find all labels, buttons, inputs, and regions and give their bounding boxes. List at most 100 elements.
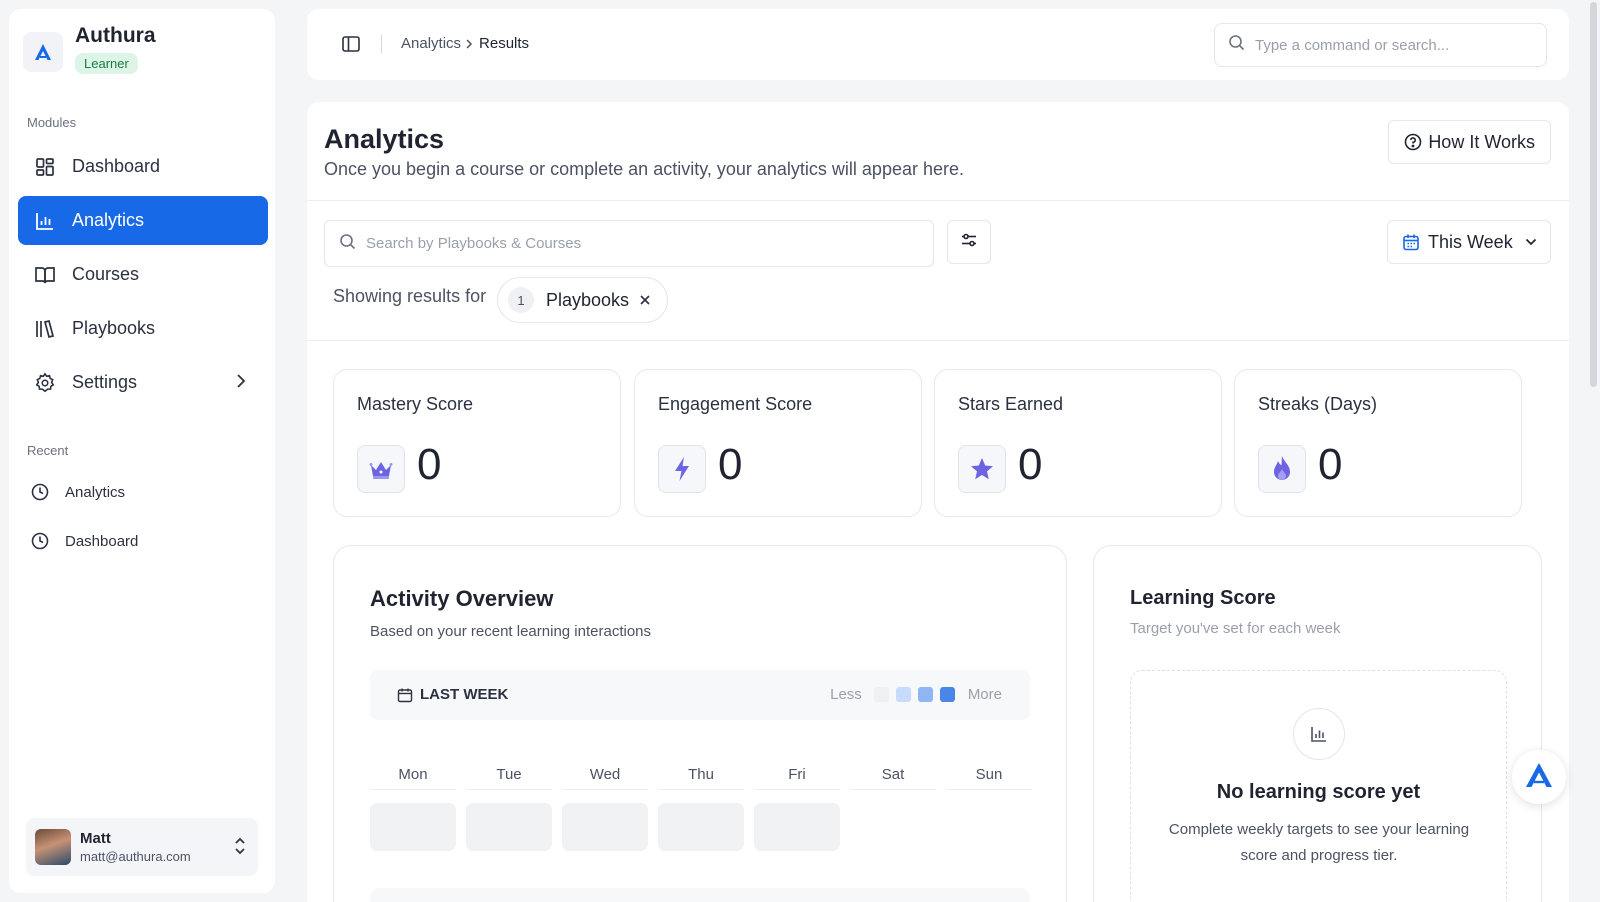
activity-overview-card: Activity Overview Based on your recent l… — [333, 545, 1067, 902]
breadcrumb-results: Results — [479, 35, 530, 52]
sidebar-item-dashboard[interactable]: Dashboard — [18, 142, 268, 191]
search-icon — [1228, 34, 1245, 56]
legend-swatch — [873, 687, 889, 702]
sidebar-item-label: Analytics — [72, 210, 145, 230]
chevron-down-icon — [1525, 238, 1537, 246]
authura-logo-icon[interactable] — [23, 32, 63, 72]
how-it-works-button[interactable]: How It Works — [1388, 120, 1551, 164]
gear-icon — [34, 371, 56, 394]
learning-score-empty-state: No learning score yet Complete weekly ta… — [1130, 670, 1507, 902]
book-open-icon — [34, 264, 56, 286]
recent-item-analytics[interactable]: Analytics — [18, 472, 268, 512]
assistant-button[interactable] — [1512, 750, 1566, 804]
bar-chart-icon — [34, 210, 56, 232]
breadcrumb-analytics[interactable]: Analytics — [401, 35, 461, 52]
recent-item-dashboard[interactable]: Dashboard — [18, 521, 268, 561]
sidebar-item-label: Courses — [72, 264, 140, 284]
range-label: LAST WEEK — [397, 686, 508, 703]
star-icon — [958, 445, 1006, 493]
stat-value: 0 — [1318, 440, 1343, 489]
help-circle-icon — [1404, 133, 1422, 151]
day-label: Sun — [975, 766, 1003, 783]
learning-score-title: Learning Score — [1130, 587, 1276, 609]
flame-icon — [1258, 445, 1306, 493]
sidebar-item-analytics[interactable]: Analytics — [18, 196, 268, 245]
empty-state-text: Complete weekly targets to see your lear… — [1168, 821, 1470, 864]
lightning-icon — [658, 445, 706, 493]
activity-footer-bar — [370, 888, 1030, 902]
sidebar-item-settings[interactable]: Settings — [18, 358, 268, 407]
heatmap-legend: Less More — [830, 686, 1002, 703]
command-search-input[interactable] — [1255, 36, 1515, 54]
showing-results-label: Showing results for — [333, 286, 487, 306]
crown-icon — [357, 445, 405, 493]
sidebar-item-label: Dashboard — [72, 156, 161, 176]
playbook-search[interactable] — [324, 220, 934, 267]
stat-label: Mastery Score — [357, 394, 474, 414]
authura-logo-icon — [1524, 761, 1554, 794]
divider — [381, 35, 382, 53]
chevron-up-down-icon — [234, 837, 246, 860]
divider — [946, 789, 1032, 790]
brand-name: Authura — [75, 24, 156, 47]
divider — [562, 789, 648, 790]
divider — [754, 789, 840, 790]
user-name: Matt — [80, 830, 111, 847]
page-scrollbar[interactable] — [1590, 2, 1597, 387]
period-dropdown[interactable]: This Week — [1387, 220, 1551, 264]
role-badge: Learner — [75, 53, 138, 74]
divider — [850, 789, 936, 790]
day-label: Mon — [398, 766, 428, 783]
filter-chip-playbooks[interactable]: 1 Playbooks — [497, 277, 669, 323]
modules-label: Modules — [27, 115, 77, 130]
search-icon — [339, 233, 356, 255]
library-icon — [34, 318, 56, 340]
stat-label: Stars Earned — [958, 394, 1064, 414]
filter-chip-count: 1 — [508, 287, 534, 313]
legend-swatch — [917, 687, 933, 702]
sidebar-item-playbooks[interactable]: Playbooks — [18, 304, 268, 353]
divider — [307, 200, 1569, 201]
filter-button[interactable] — [947, 220, 991, 264]
activity-cell — [466, 803, 552, 851]
breadcrumb: Analytics Results — [401, 35, 529, 52]
stat-card-engagement: Engagement Score 0 — [634, 369, 922, 517]
bar-chart-icon — [1293, 708, 1345, 760]
avatar — [35, 829, 71, 865]
recent-label: Recent — [27, 443, 69, 458]
dashboard-icon — [34, 156, 56, 178]
chevron-right-icon — [234, 373, 248, 394]
stat-value: 0 — [1018, 440, 1043, 489]
playbook-search-input[interactable] — [366, 235, 866, 252]
sidebar-item-courses[interactable]: Courses — [18, 250, 268, 299]
activity-range-bar: LAST WEEK Less More — [370, 670, 1030, 720]
clock-icon — [31, 531, 51, 551]
command-search[interactable] — [1214, 23, 1547, 67]
day-label: Tue — [496, 766, 522, 783]
activity-cell — [658, 803, 744, 851]
stat-card-stars: Stars Earned 0 — [934, 369, 1222, 517]
divider — [658, 789, 744, 790]
day-label: Fri — [788, 766, 806, 783]
stat-value: 0 — [417, 440, 442, 489]
sidebar-toggle-icon[interactable] — [341, 34, 361, 59]
range-label-text: LAST WEEK — [420, 686, 509, 703]
legend-swatch — [895, 687, 911, 702]
calendar-icon — [1402, 233, 1420, 251]
activity-cell — [754, 803, 840, 851]
recent-item-label: Analytics — [65, 483, 126, 501]
stat-value: 0 — [718, 440, 743, 489]
recent-item-label: Dashboard — [65, 532, 139, 550]
activity-subtitle: Based on your recent learning interactio… — [370, 623, 652, 640]
close-icon[interactable] — [639, 294, 651, 306]
filter-chip-label: Playbooks — [546, 289, 630, 310]
page-title: Analytics — [324, 124, 445, 154]
day-label: Sat — [881, 766, 905, 783]
activity-title: Activity Overview — [370, 586, 554, 611]
calendar-icon — [397, 687, 413, 703]
user-menu[interactable]: Matt matt@authura.com — [26, 818, 258, 876]
user-email: matt@authura.com — [80, 849, 191, 864]
activity-cell — [370, 803, 456, 851]
divider — [466, 789, 552, 790]
sliders-icon — [960, 231, 978, 254]
